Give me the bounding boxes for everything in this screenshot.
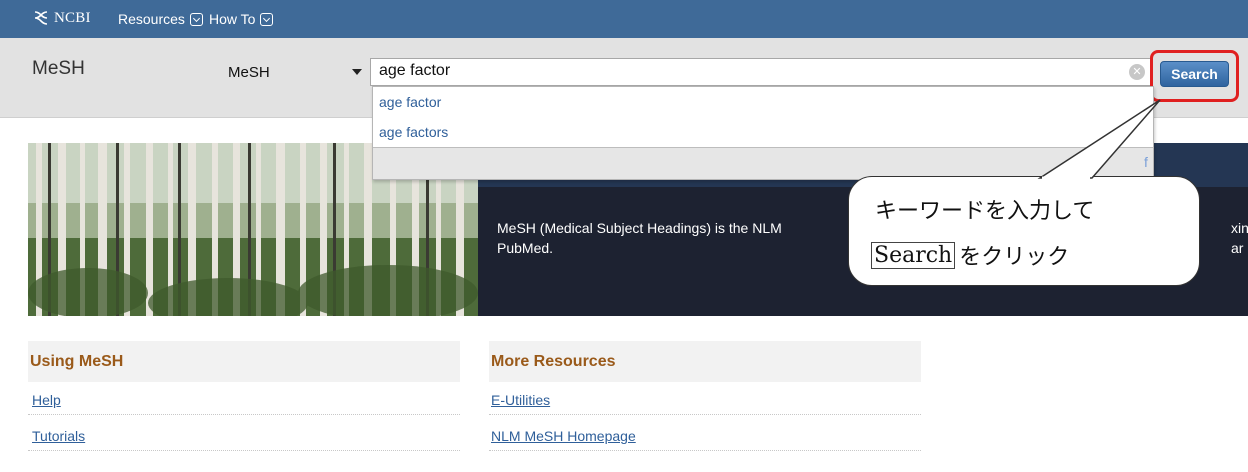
autocomplete-footer-fragment: f <box>1144 154 1148 170</box>
caret-down-icon <box>352 69 362 75</box>
howto-menu[interactable]: How To <box>209 11 274 27</box>
autocomplete-footer <box>373 147 1153 179</box>
resources-menu-label: Resources <box>118 11 185 27</box>
ncbi-logo-icon <box>34 11 48 25</box>
howto-menu-label: How To <box>209 11 256 27</box>
resources-menu[interactable]: Resources <box>118 11 203 27</box>
e-utilities-link[interactable]: E-Utilities <box>491 392 550 408</box>
banner-description-cut: xing ar <box>1231 220 1248 256</box>
help-link[interactable]: Help <box>32 392 61 408</box>
callout-search-ref: Search <box>871 241 956 269</box>
autocomplete-dropdown: age factor age factors <box>372 86 1154 180</box>
suggestion-item[interactable]: age factors <box>373 117 1153 147</box>
divider <box>489 414 921 415</box>
ncbi-topbar: NCBI Resources How To <box>0 0 1248 38</box>
more-resources-heading: More Resources <box>489 341 921 382</box>
tutorials-link[interactable]: Tutorials <box>32 428 85 444</box>
nlm-mesh-homepage-link[interactable]: NLM MeSH Homepage <box>491 428 636 444</box>
callout-line2-suffix: をクリック <box>959 245 1070 270</box>
database-select-value: MeSH <box>228 63 270 81</box>
search-input[interactable]: age factor <box>370 58 1153 86</box>
chevron-down-icon <box>260 12 274 26</box>
divider <box>28 414 460 415</box>
divider <box>28 450 460 451</box>
chevron-down-icon <box>189 12 203 26</box>
callout-line2: Search をクリック <box>871 239 1069 271</box>
instruction-callout: キーワードを入力して Search をクリック <box>848 176 1200 286</box>
database-title: MeSH <box>32 58 85 79</box>
suggestion-item[interactable]: age factor <box>373 87 1153 117</box>
callout-line1: キーワードを入力して <box>875 199 1095 224</box>
ncbi-logo[interactable]: NCBI <box>32 9 91 27</box>
clear-search-icon[interactable]: ✕ <box>1129 64 1145 80</box>
search-button-highlight <box>1150 50 1239 102</box>
divider <box>489 450 921 451</box>
ncbi-logo-text: NCBI <box>54 9 91 26</box>
using-mesh-heading: Using MeSH <box>28 341 460 382</box>
database-select[interactable]: MeSH <box>224 60 366 84</box>
